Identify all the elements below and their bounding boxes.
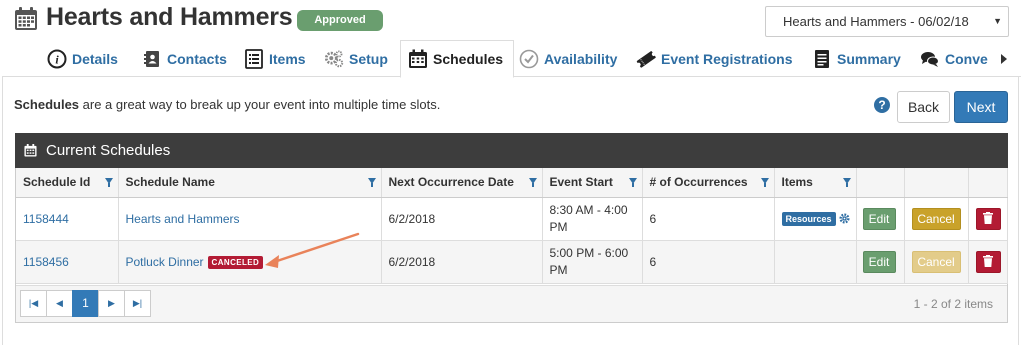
column-header-items[interactable]: Items	[774, 168, 857, 198]
tab-details[interactable]: i Details	[47, 40, 118, 77]
resources-badge[interactable]: Resources	[781, 212, 836, 226]
filter-icon[interactable]	[842, 178, 851, 187]
column-header-cancel	[904, 168, 969, 198]
calendar-icon	[15, 7, 37, 30]
list-icon	[244, 48, 264, 69]
cancel-schedule-button[interactable]: Cancel	[911, 207, 961, 230]
schedule-id-link[interactable]: 1158456	[23, 255, 69, 269]
help-icon[interactable]: ?	[874, 97, 890, 113]
gear-icon[interactable]	[838, 213, 850, 224]
intro-bold-text: Schedules	[14, 97, 80, 112]
items-count-label: 1 - 2 of 2 items	[913, 297, 993, 311]
tab-label: Items	[269, 50, 306, 67]
tab-schedules[interactable]: Schedules	[400, 40, 515, 78]
tab-label: Contacts	[167, 50, 227, 67]
chat-icon	[920, 49, 940, 69]
event-selector-dropdown[interactable]: Hearts and Hammers - 06/02/18 ▼	[765, 6, 1009, 37]
calendar-icon	[24, 144, 37, 157]
status-badge: Approved	[297, 10, 383, 31]
column-header-delete	[968, 168, 1008, 198]
gears-icon	[324, 49, 344, 69]
document-icon	[812, 49, 832, 69]
tab-event-registrations[interactable]: Event Registrations	[636, 40, 792, 77]
tabs-scroll-right-icon[interactable]	[1001, 54, 1007, 64]
edit-button[interactable]: Edit	[862, 207, 896, 230]
check-circle-icon	[519, 49, 539, 69]
chevron-down-icon: ▼	[993, 16, 1002, 26]
tab-availability[interactable]: Availability	[519, 40, 617, 77]
tab-summary[interactable]: Summary	[812, 40, 901, 77]
ticket-icon	[636, 49, 656, 69]
tab-label: Availability	[544, 50, 618, 67]
tab-label: Conve	[945, 50, 988, 67]
next-page-icon[interactable]: ▶	[98, 290, 125, 317]
event-start-time: 8:30 AM - 4:00 PM	[542, 197, 643, 241]
column-header-event-start[interactable]: Event Start	[542, 168, 643, 198]
tab-label: Event Registrations	[661, 50, 793, 67]
svg-text:i: i	[55, 52, 59, 66]
delete-button[interactable]	[975, 250, 1001, 273]
items-cell: Resources	[774, 197, 857, 241]
tab-label: Setup	[349, 50, 388, 67]
next-occurrence-date: 6/2/2018	[381, 197, 543, 241]
occurrence-count: 6	[642, 240, 775, 284]
grid-title-bar: Current Schedules	[15, 133, 1008, 168]
table-row: 1158456 Potluck Dinner CANCELED 6/2/2018 …	[16, 240, 1008, 284]
event-selector-value: Hearts and Hammers - 06/02/18	[783, 14, 969, 29]
trash-icon	[983, 254, 993, 267]
filter-icon[interactable]	[628, 178, 637, 187]
tab-label: Schedules	[433, 51, 504, 67]
column-header-next-occurrence[interactable]: Next Occurrence Date	[381, 168, 543, 198]
next-occurrence-date: 6/2/2018	[381, 240, 543, 284]
occurrence-count: 6	[642, 197, 775, 241]
tab-label: Details	[72, 50, 118, 67]
event-start-time: 5:00 PM - 6:00 PM	[542, 240, 643, 284]
tab-contacts[interactable]: Contacts	[142, 40, 227, 77]
grid-title: Current Schedules	[46, 142, 171, 159]
items-cell	[774, 240, 857, 284]
column-header-schedule-id[interactable]: Schedule Id	[16, 168, 119, 198]
back-button[interactable]: Back	[897, 91, 950, 123]
tab-label: Summary	[837, 50, 901, 67]
grid-pager: |◀ ◀ 1 ▶ ▶| 1 - 2 of 2 items	[16, 285, 1007, 322]
column-header-occurrences[interactable]: # of Occurrences	[642, 168, 775, 198]
tab-bar: i Details Contacts Items Setup Schedules…	[2, 40, 1021, 78]
schedules-table: Schedule Id Schedule Name Next Occurrenc…	[16, 168, 1008, 284]
cancel-schedule-button: Cancel	[911, 250, 961, 273]
page-header: Hearts and Hammers Approved Hearts and H…	[0, 0, 1021, 40]
page-title: Hearts and Hammers	[46, 3, 293, 31]
info-icon: i	[47, 49, 67, 69]
filter-icon[interactable]	[367, 178, 376, 187]
next-button[interactable]: Next	[954, 91, 1008, 123]
page-number-current[interactable]: 1	[72, 290, 99, 317]
tab-items[interactable]: Items	[244, 40, 306, 77]
calendar-icon	[408, 49, 428, 69]
schedule-name-link[interactable]: Potluck Dinner	[126, 255, 204, 269]
trash-icon	[983, 211, 993, 224]
table-row: 1158444 Hearts and Hammers 6/2/2018 8:30…	[16, 197, 1008, 241]
tab-setup[interactable]: Setup	[324, 40, 388, 77]
filter-icon[interactable]	[104, 178, 113, 187]
filter-icon[interactable]	[760, 178, 769, 187]
schedule-name-link[interactable]: Hearts and Hammers	[126, 212, 240, 226]
last-page-icon[interactable]: ▶|	[124, 290, 151, 317]
filter-icon[interactable]	[528, 178, 537, 187]
column-header-edit	[856, 168, 905, 198]
schedules-grid: Schedule Id Schedule Name Next Occurrenc…	[15, 168, 1008, 323]
previous-page-icon[interactable]: ◀	[46, 290, 73, 317]
column-header-schedule-name[interactable]: Schedule Name	[118, 168, 382, 198]
canceled-badge: CANCELED	[207, 255, 264, 269]
address-book-icon	[142, 49, 162, 69]
intro-rest-text: are a great way to break up your event i…	[79, 97, 441, 112]
edit-button[interactable]: Edit	[862, 250, 896, 273]
schedule-id-link[interactable]: 1158444	[23, 212, 69, 226]
intro-text: Schedules are a great way to break up yo…	[14, 97, 440, 112]
tab-conversations[interactable]: Conve	[920, 40, 988, 77]
table-header-row: Schedule Id Schedule Name Next Occurrenc…	[16, 168, 1008, 198]
delete-button[interactable]	[975, 207, 1001, 230]
first-page-icon[interactable]: |◀	[20, 290, 47, 317]
